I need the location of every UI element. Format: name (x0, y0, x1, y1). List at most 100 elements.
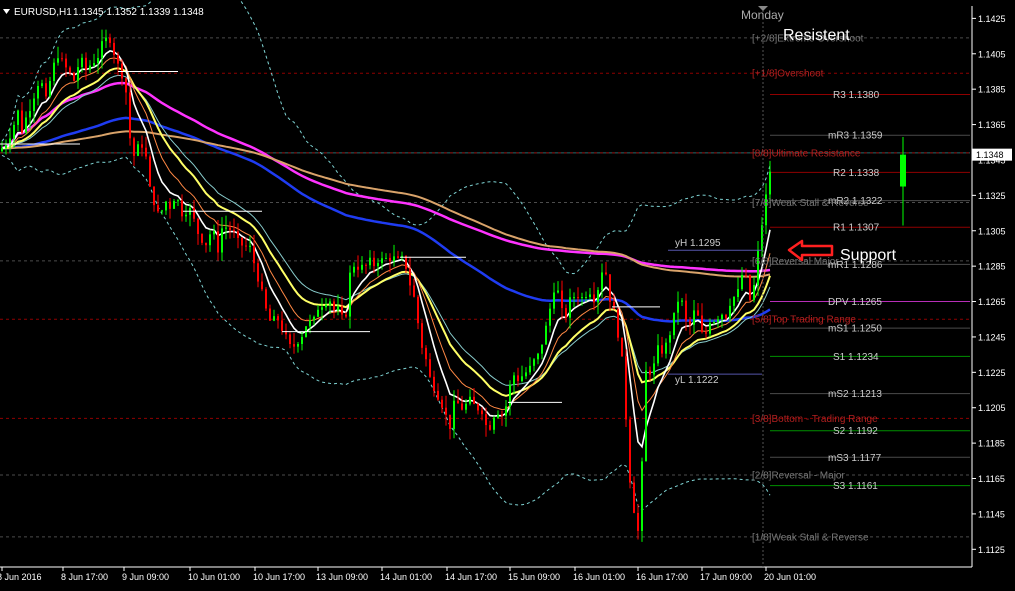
yesterday_high-label: yH 1.1295 (675, 238, 721, 249)
candle-body (353, 266, 355, 273)
candle-body (529, 365, 531, 373)
candle-body (201, 234, 203, 243)
price-tick-label: 1.1425 (978, 14, 1006, 24)
candle (149, 154, 151, 188)
candle-body (273, 316, 275, 321)
candle-body (149, 156, 151, 187)
candle-body (621, 337, 623, 357)
candle-body (61, 58, 63, 60)
candle-body (373, 257, 375, 267)
candle-body (69, 67, 71, 73)
candle-body (397, 256, 399, 258)
candle-body (265, 289, 267, 309)
price-tick-label: 1.1385 (978, 85, 1006, 95)
candle-body (73, 72, 75, 81)
candle-body (505, 406, 507, 416)
candle-body (561, 290, 563, 309)
pivot-level-label: mS2 1.1213 (828, 389, 882, 400)
time-tick-label: 16 Jun 01:00 (573, 572, 625, 582)
pivot-level-label: mS1 1.1250 (828, 324, 882, 335)
candle-body (449, 414, 451, 429)
candle-body (433, 376, 435, 391)
candle-body (481, 410, 483, 415)
candle-body (269, 308, 271, 321)
candle (629, 416, 631, 489)
candle-body (233, 229, 235, 232)
candle (73, 71, 75, 82)
candle-body (309, 320, 311, 327)
daily-candle-body (900, 154, 906, 187)
candle-body (81, 57, 83, 68)
chart-background (0, 0, 1015, 591)
candle (749, 274, 751, 302)
pivot-level-label: [3/8]Bottom - Trading Range (752, 414, 878, 425)
candle-body (517, 375, 519, 382)
candle-body (681, 300, 683, 302)
candle-body (217, 231, 219, 253)
candle-body (45, 83, 47, 97)
candle-body (649, 370, 651, 375)
candle-body (93, 63, 95, 66)
candle-body (661, 345, 663, 354)
candle-body (301, 336, 303, 344)
price-tick-label: 1.1205 (978, 403, 1006, 413)
candle-body (125, 78, 127, 93)
candle-body (257, 263, 259, 282)
pivot-level-label: [7/8]Weak Stall & Reverse (752, 198, 869, 209)
price-tick-label: 1.1245 (978, 332, 1006, 342)
candle-body (461, 403, 463, 410)
candle-body (477, 404, 479, 411)
candle-body (741, 274, 743, 290)
candle-body (185, 214, 187, 217)
candle-body (153, 186, 155, 206)
candle-body (625, 356, 627, 420)
candle-body (577, 297, 579, 299)
candle-body (361, 264, 363, 270)
price-tick-label: 1.1405 (978, 49, 1006, 59)
candle-body (693, 310, 695, 325)
candle-body (605, 272, 607, 275)
candle-body (33, 98, 35, 112)
ohlc-label: 1.1345 1.1352 1.1339 1.1348 (73, 7, 204, 18)
candle-body (701, 315, 703, 333)
candle-body (749, 275, 751, 300)
candle-body (669, 335, 671, 343)
candle-body (549, 308, 551, 326)
candle-body (601, 272, 603, 291)
candle-body (37, 85, 39, 99)
price-tick-label: 1.1225 (978, 368, 1006, 378)
time-tick-label: 15 Jun 09:00 (508, 572, 560, 582)
pivot-level-label: R1 1.1307 (833, 223, 880, 234)
candle-body (721, 314, 723, 320)
candle-body (473, 396, 475, 405)
candle-body (57, 58, 59, 63)
candlestick-chart[interactable]: yH 1.1295yL 1.1222 [+2/8]Extreme Oversho… (0, 0, 1015, 591)
candle-body (465, 403, 467, 410)
candle-body (589, 294, 591, 298)
candle-body (597, 290, 599, 303)
candle-body (133, 138, 135, 156)
candle (645, 361, 647, 462)
candle-body (249, 245, 251, 247)
candle-body (297, 343, 299, 347)
candle-body (313, 316, 315, 321)
candle-body (289, 334, 291, 345)
candle-body (245, 245, 247, 247)
candle-body (509, 384, 511, 407)
candle-body (225, 227, 227, 229)
time-tick-label: 9 Jun 09:00 (122, 572, 169, 582)
candle-body (593, 294, 595, 303)
candle-body (261, 281, 263, 290)
candle-body (525, 372, 527, 377)
candle-body (109, 37, 111, 43)
candle-body (737, 289, 739, 298)
candle-body (317, 309, 319, 317)
current-price-label: 1.1348 (976, 150, 1004, 160)
pivot-level-label: [6/8]Reversal Major (752, 256, 839, 267)
candle-body (365, 264, 367, 266)
candle (621, 337, 623, 357)
candle-body (329, 301, 331, 305)
candle-body (393, 256, 395, 262)
pivot-level-label: R3 1.1380 (833, 90, 880, 101)
candle-body (501, 414, 503, 416)
